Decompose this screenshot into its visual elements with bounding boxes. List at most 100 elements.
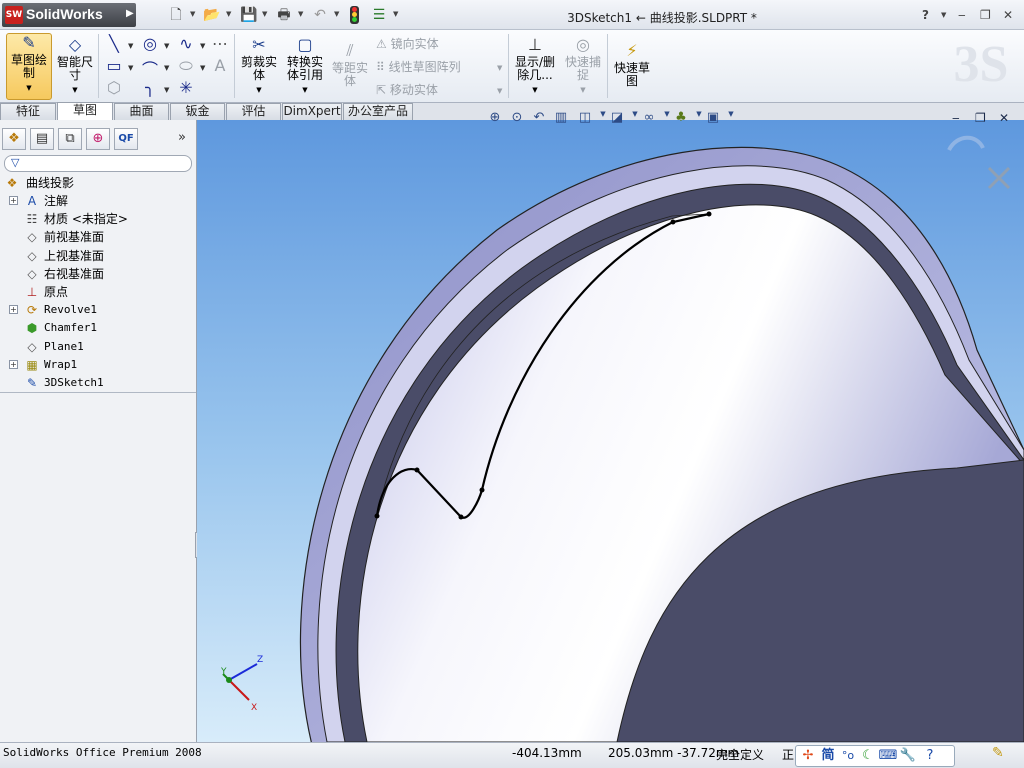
convert-entities-button[interactable]: ▢ 转换实体引用 ▼ — [284, 36, 326, 97]
zoom-to-fit-icon[interactable]: ⊕ — [485, 110, 505, 125]
model-view[interactable]: Z X Y — [197, 120, 1024, 742]
help-dropdown-icon[interactable]: ▼ — [941, 11, 946, 19]
move-dropdown-icon[interactable]: ▼ — [497, 87, 502, 95]
tree-filter-input[interactable]: ▽ — [4, 155, 192, 172]
sketch-button[interactable]: ✎ 草图绘制 ▼ — [6, 33, 52, 100]
text-icon[interactable]: A — [210, 56, 230, 75]
trim-dropdown-icon[interactable]: ▼ — [256, 86, 261, 94]
restore-icon[interactable]: ❐ — [980, 8, 991, 22]
expand-icon[interactable]: + — [9, 359, 18, 369]
display-style-icon[interactable]: ◪ — [607, 110, 627, 125]
line-icon[interactable]: ╲ — [104, 34, 124, 53]
tree-item[interactable]: ✎ 3DSketch1 — [0, 374, 196, 392]
quick-snap-button[interactable]: ◎ 快速捕捉 ▼ — [562, 36, 604, 97]
sketch-point[interactable] — [706, 211, 712, 217]
expand-icon[interactable]: + — [9, 305, 18, 315]
tab-office-products[interactable]: 办公室产品 — [343, 103, 413, 120]
graphics-area[interactable]: Z X Y — [197, 120, 1024, 742]
doc-close-icon[interactable]: ✕ — [999, 111, 1009, 125]
linear-pattern-dropdown-icon[interactable]: ▼ — [497, 64, 502, 72]
linear-pattern-button[interactable]: ⠿ 线性草图阵列 — [376, 58, 461, 75]
minimize-icon[interactable]: ‒ — [958, 8, 966, 22]
tree-item[interactable]: + ⟳ Revolve1 — [0, 301, 196, 319]
smart-dimension-dropdown-icon[interactable]: ▼ — [72, 86, 77, 94]
sketch-dropdown-icon[interactable]: ▼ — [26, 84, 31, 92]
quick-snap-dropdown-icon[interactable]: ▼ — [580, 86, 585, 94]
cancel-sketch-icon[interactable] — [987, 166, 1011, 190]
tree-item[interactable]: ◇ 上视基准面 — [0, 247, 196, 265]
feature-manager-tab-icon[interactable]: ❖ — [2, 128, 26, 150]
tree-item[interactable]: + A 注解 — [0, 192, 196, 210]
expand-icon[interactable]: + — [9, 196, 18, 205]
tree-item[interactable]: ◇ Plane1 — [0, 338, 196, 356]
tree-root[interactable]: ❖ 曲线投影 — [0, 174, 196, 192]
tab-sketch[interactable]: 草图 — [57, 102, 113, 120]
close-icon[interactable]: ✕ — [1003, 8, 1013, 22]
hide-show-items-icon[interactable]: ∞ — [639, 110, 659, 125]
rapid-sketch-button[interactable]: ⚡ 快速草图 — [612, 42, 652, 88]
convert-dropdown-icon[interactable]: ▼ — [302, 86, 307, 94]
mirror-entities-button[interactable]: ⚠ 镜向实体 — [376, 35, 439, 52]
tab-dimxpert[interactable]: DimXpert — [282, 103, 342, 120]
show-delete-relations-button[interactable]: ⊥ 显示/删除几... ▼ — [512, 36, 558, 97]
confirmation-corner[interactable] — [947, 135, 1011, 190]
sketch-point[interactable] — [670, 219, 676, 225]
keyboard-icon[interactable]: ⌨ — [878, 747, 898, 765]
fillet-dropdown-icon[interactable]: ▼ — [164, 86, 169, 94]
fillet-icon[interactable]: ╮ — [140, 78, 160, 97]
appearance-icon[interactable]: ♣ — [671, 110, 691, 125]
slot-icon[interactable]: ⌒ — [140, 56, 160, 80]
spline-icon[interactable]: ∿ — [176, 34, 196, 53]
line-dropdown-icon[interactable]: ▼ — [128, 42, 133, 50]
sketch-point[interactable] — [414, 467, 420, 473]
polygon-icon[interactable]: ⬡ — [104, 78, 124, 97]
rectangle-icon[interactable]: ▭ — [104, 56, 124, 75]
exit-sketch-icon[interactable] — [947, 135, 985, 152]
point-icon[interactable]: ✳ — [176, 78, 196, 97]
tab-evaluate[interactable]: 评估 — [226, 103, 281, 120]
dimxpert-manager-tab-icon[interactable]: ⊕ — [86, 128, 110, 150]
ime-moon-icon[interactable]: ☾ — [858, 747, 878, 765]
construction-geometry-icon[interactable]: ⋯ — [210, 34, 230, 53]
trim-entities-button[interactable]: ✂ 剪裁实体 ▼ — [238, 36, 280, 97]
property-manager-tab-icon[interactable]: ▤ — [30, 128, 54, 150]
view-orientation-icon[interactable]: ◫ — [575, 110, 595, 125]
help-icon[interactable]: ? — [922, 8, 929, 22]
qf-tab-icon[interactable]: QF — [114, 128, 138, 150]
tree-item[interactable]: ◇ 前视基准面 — [0, 228, 196, 246]
wrench-icon[interactable]: 🔧 — [898, 747, 918, 765]
tree-item[interactable]: ☷ 材质 <未指定> — [0, 210, 196, 228]
tree-item[interactable]: + ▦ Wrap1 — [0, 356, 196, 374]
expand-panel-icon[interactable]: » — [178, 130, 186, 145]
ellipse-dropdown-icon[interactable]: ▼ — [200, 64, 205, 72]
zoom-area-icon[interactable]: ⊙ — [507, 110, 527, 125]
tree-item[interactable]: ⊥ 原点 — [0, 283, 196, 301]
tag-icon[interactable]: ✎ — [992, 745, 1004, 761]
previous-view-icon[interactable]: ↶ — [529, 110, 549, 125]
configuration-manager-tab-icon[interactable]: ⧉ — [58, 128, 82, 150]
sketch-point[interactable] — [374, 513, 380, 519]
smart-dimension-button[interactable]: ◇ 智能尺寸 ▼ — [56, 36, 94, 97]
ime-logo-icon[interactable]: ✢ — [798, 747, 818, 765]
tab-surfaces[interactable]: 曲面 — [114, 103, 169, 120]
tab-features[interactable]: 特征 — [0, 103, 56, 120]
section-view-icon[interactable]: ▥ — [551, 110, 571, 125]
doc-restore-icon[interactable]: ❐ — [975, 111, 986, 125]
relations-dropdown-icon[interactable]: ▼ — [532, 86, 537, 94]
ime-mode[interactable]: 简 — [818, 747, 838, 765]
slot-dropdown-icon[interactable]: ▼ — [164, 64, 169, 72]
circle-icon[interactable]: ◎ — [140, 34, 160, 53]
doc-minimize-icon[interactable]: ‒ — [952, 111, 960, 125]
scene-icon[interactable]: ▣ — [703, 110, 723, 125]
tab-sheetmetal[interactable]: 钣金 — [170, 103, 225, 120]
circle-dropdown-icon[interactable]: ▼ — [164, 42, 169, 50]
ellipse-icon[interactable]: ⬭ — [176, 56, 196, 76]
sketch-point[interactable] — [479, 487, 485, 493]
rectangle-dropdown-icon[interactable]: ▼ — [128, 64, 133, 72]
sketch-point[interactable] — [458, 514, 464, 520]
ime-punct[interactable]: °o — [838, 747, 858, 765]
tree-item[interactable]: ⬢ Chamfer1 — [0, 319, 196, 337]
tree-item[interactable]: ◇ 右视基准面 — [0, 265, 196, 283]
move-entities-button[interactable]: ⇱ 移动实体 — [376, 81, 438, 98]
offset-entities-button[interactable]: ⫽ 等距实体 — [330, 42, 370, 88]
